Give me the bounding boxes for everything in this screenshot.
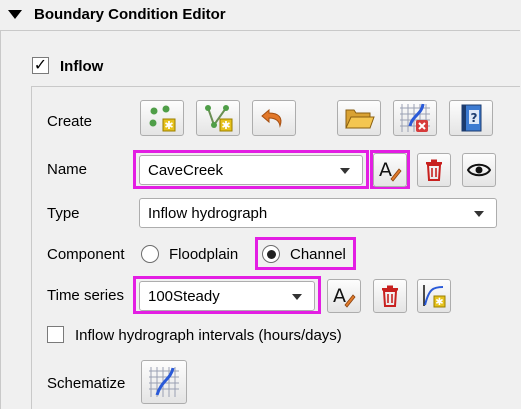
delete-time-series-button[interactable] [373,279,407,313]
component-label: Component [47,246,125,263]
collapse-arrow-icon[interactable] [8,10,22,19]
eye-icon [467,163,491,177]
intervals-label[interactable]: Inflow hydrograph intervals (hours/days) [75,327,342,344]
time-series-label: Time series [47,287,124,304]
undo-button[interactable] [252,100,296,136]
show-button[interactable] [462,153,496,187]
type-combo-value: Inflow hydrograph [148,204,268,222]
floodplain-label[interactable]: Floodplain [169,246,238,263]
add-points-button[interactable]: ✱ [140,100,184,136]
svg-text:A: A [379,159,392,181]
name-combo[interactable]: CaveCreek [139,155,363,185]
svg-text:?: ? [471,111,478,125]
schematize-grid-icon [149,367,179,397]
help-book-icon: ? [461,104,482,132]
add-line-icon: ✱ [205,105,233,132]
delete-button[interactable] [417,153,451,187]
time-series-combo-value: 100Steady [148,287,220,305]
inflow-group-checkbox[interactable]: ✓ [32,57,49,74]
channel-radio[interactable] [262,245,280,263]
undo-icon [261,108,282,128]
schematize-label: Schematize [47,375,126,392]
trash-icon [426,159,442,181]
name-combo-value: CaveCreek [148,161,224,179]
time-series-combo[interactable]: 100Steady [139,281,315,311]
chevron-down-icon [292,294,302,300]
chevron-down-icon [474,211,484,217]
open-folder-button[interactable] [337,100,381,136]
help-button[interactable]: ? [449,100,493,136]
delete-schematized-icon [400,103,430,132]
add-time-series-button[interactable]: ✱ [417,279,451,313]
radio-selected-dot [266,249,276,259]
create-label: Create [47,113,93,130]
svg-text:✱: ✱ [164,119,173,132]
panel-title: Boundary Condition Editor [34,6,226,23]
channel-label[interactable]: Channel [290,246,346,263]
add-points-icon: ✱ [149,105,176,132]
chevron-down-icon [340,168,350,174]
delete-schematized-button[interactable] [393,100,437,136]
add-curve-icon: ✱ [423,285,446,308]
svg-text:✱: ✱ [221,119,230,132]
svg-text:✱: ✱ [435,297,443,308]
rename-icon: A [333,285,356,308]
trash-icon [382,285,398,307]
rename-time-series-button[interactable]: A [327,279,361,313]
open-folder-icon [345,109,375,129]
intervals-checkbox[interactable] [47,326,64,343]
rename-icon: A [379,159,402,182]
group-title: Inflow [60,58,104,75]
schematize-button[interactable] [141,360,187,404]
type-label: Type [47,205,80,222]
svg-text:A: A [333,285,346,307]
add-line-button[interactable]: ✱ [196,100,240,136]
checkmark-icon: ✓ [33,56,48,74]
name-label: Name [47,161,88,178]
floodplain-radio[interactable] [141,245,159,263]
type-combo[interactable]: Inflow hydrograph [139,198,497,228]
rename-button[interactable]: A [373,153,407,187]
